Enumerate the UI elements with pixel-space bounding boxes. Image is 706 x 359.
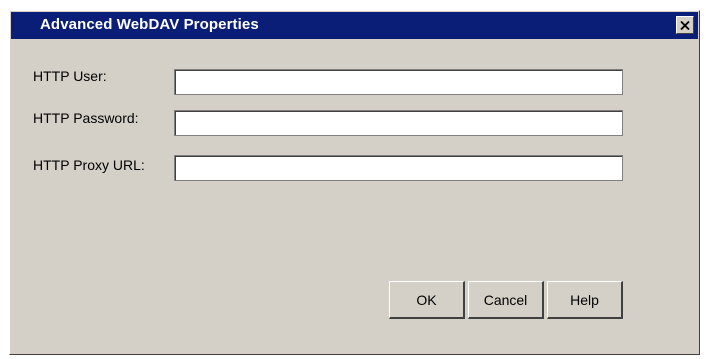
title-bar: Advanced WebDAV Properties <box>11 12 698 39</box>
webdav-properties-dialog: Advanced WebDAV Properties HTTP User: HT… <box>9 10 700 355</box>
http-proxy-url-label: HTTP Proxy URL: <box>33 157 145 173</box>
help-button[interactable]: Help <box>547 281 623 319</box>
http-password-label: HTTP Password: <box>33 110 139 126</box>
cancel-button[interactable]: Cancel <box>468 281 544 319</box>
dialog-title: Advanced WebDAV Properties <box>40 16 259 33</box>
close-icon <box>680 20 690 30</box>
ok-button[interactable]: OK <box>389 281 465 319</box>
http-user-label: HTTP User: <box>33 68 107 84</box>
http-proxy-url-input[interactable] <box>174 155 623 181</box>
http-user-input[interactable] <box>174 69 623 95</box>
http-password-input[interactable] <box>174 110 623 136</box>
close-button[interactable] <box>676 16 694 34</box>
